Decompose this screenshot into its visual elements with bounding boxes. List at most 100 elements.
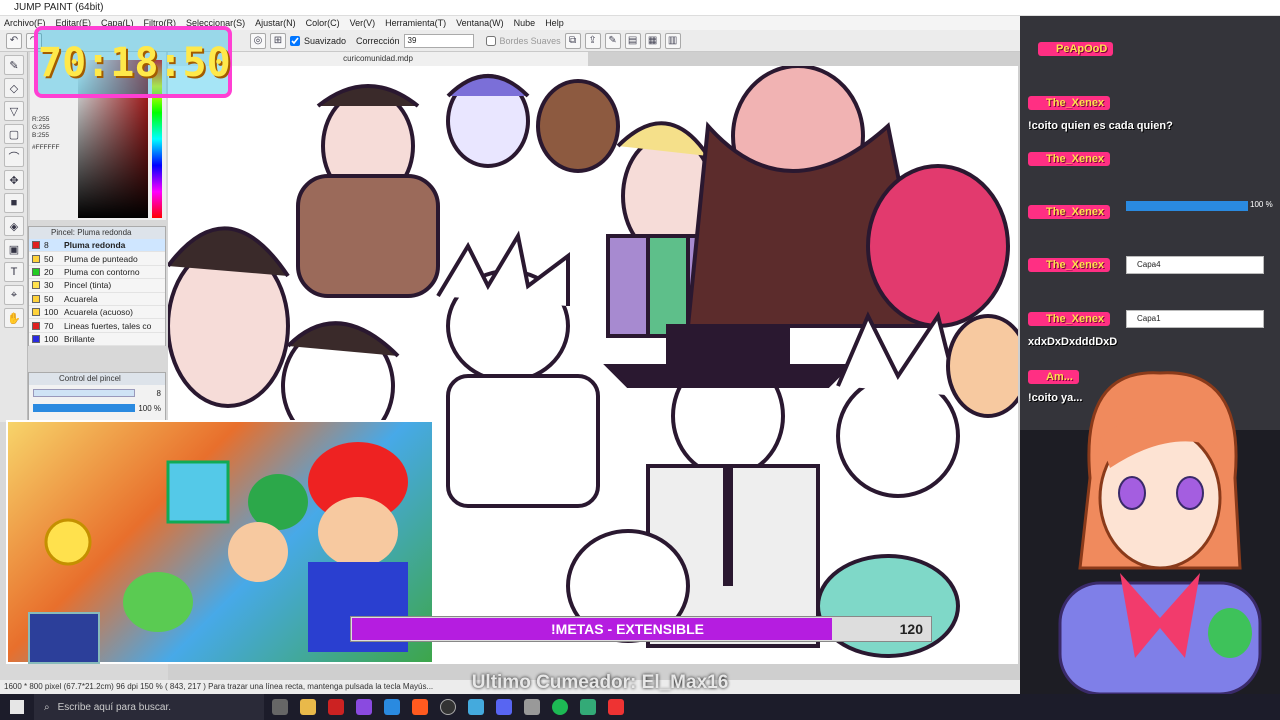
- chat-username: The_Xenex: [1028, 96, 1111, 110]
- menu-nube[interactable]: Nube: [514, 16, 536, 30]
- brush-panel: Pincel: Pluma redonda 8 Pluma redonda 50 P…: [28, 226, 166, 347]
- smooth-label: Suavizado: [304, 35, 347, 46]
- export-icon[interactable]: ⇪: [584, 32, 601, 49]
- brush-color-swatch: [32, 281, 40, 290]
- gradient-tool-icon[interactable]: ▣: [4, 239, 24, 259]
- brush-panel-title: Pincel: Pluma redonda: [29, 227, 165, 239]
- select-tool-icon[interactable]: ▢: [4, 124, 24, 144]
- tool-column: ✎ ◇ ▽ ▢ ⌒ ✥ ■ ◈ ▣ T ⌖ ✋: [0, 52, 28, 422]
- chat-username: The_Xenex: [1028, 152, 1111, 166]
- menu-ajustar[interactable]: Ajustar(N): [255, 16, 296, 30]
- chat-username: PeApOoD: [1038, 42, 1114, 56]
- jump-paint-icon[interactable]: [608, 699, 624, 715]
- brush-opacity-slider[interactable]: [33, 404, 135, 412]
- color-g: G:255: [32, 124, 50, 131]
- text-tool-icon[interactable]: T: [4, 262, 24, 282]
- eraser-tool-icon[interactable]: ◇: [4, 78, 24, 98]
- color-b: B:255: [32, 132, 49, 139]
- brush-item[interactable]: 100 Acuarela (acuoso): [29, 306, 165, 320]
- brush-color-swatch: [32, 321, 40, 330]
- smooth-checkbox[interactable]: [290, 35, 300, 46]
- shape-tool-icon[interactable]: ■: [4, 193, 24, 213]
- medibang-icon[interactable]: [356, 699, 372, 715]
- fill-tool-icon[interactable]: ▽: [4, 101, 24, 121]
- correction-label: Corrección: [356, 35, 400, 46]
- snap-icon[interactable]: ◎: [250, 32, 266, 49]
- avatar-illustration: [1058, 371, 1262, 696]
- layer-row[interactable]: Capa4: [1126, 256, 1264, 274]
- menu-ver[interactable]: Ver(V): [350, 16, 376, 30]
- brush-item[interactable]: 50 Pluma de punteado: [29, 252, 165, 266]
- chat-overlay: PeApOoD The_Xenex !coito quien es cada q…: [1020, 0, 1280, 430]
- page-icon[interactable]: ▦: [644, 32, 661, 49]
- brush-color-swatch: [32, 334, 40, 343]
- brush-item[interactable]: 20 Pluma con contorno: [29, 266, 165, 280]
- brush-size-slider[interactable]: [33, 389, 135, 397]
- brush-control-panel: Control del pincel 8 100 %: [28, 372, 166, 422]
- bucket-tool-icon[interactable]: ◈: [4, 216, 24, 236]
- soft-edges-checkbox[interactable]: [485, 35, 496, 46]
- menu-color[interactable]: Color(C): [306, 16, 340, 30]
- app-icon[interactable]: [328, 699, 344, 715]
- layer-opacity-bar[interactable]: [1126, 201, 1248, 211]
- layer-row[interactable]: Capa1: [1126, 310, 1264, 328]
- transform-icon[interactable]: ⧉: [564, 32, 581, 49]
- search-placeholder: Escribe aquí para buscar.: [57, 701, 172, 713]
- discord-icon[interactable]: [496, 699, 512, 715]
- menu-help[interactable]: Help: [545, 16, 564, 30]
- chat-message: !coito quien es cada quien?: [1028, 120, 1173, 132]
- task-view-icon[interactable]: [272, 699, 288, 715]
- chat-username: The_Xenex: [1028, 312, 1111, 326]
- undo-icon[interactable]: ↶: [6, 32, 22, 49]
- spotify-icon[interactable]: [552, 699, 568, 715]
- brush-item[interactable]: 100 Brillante: [29, 333, 165, 347]
- comment-icon[interactable]: ✎: [604, 32, 621, 49]
- brush-color-swatch: [32, 254, 40, 263]
- character-sprite: [28, 612, 100, 664]
- pen-tool-icon[interactable]: ✎: [4, 55, 24, 75]
- goal-label: !METAS - EXTENSIBLE: [551, 621, 704, 637]
- brush-color-swatch: [32, 308, 40, 317]
- brush-control-title: Control del pincel: [29, 373, 165, 385]
- brave-icon[interactable]: [412, 699, 428, 715]
- color-hex: #FFFFFF: [32, 144, 60, 151]
- brush-item[interactable]: 50 Acuarela: [29, 293, 165, 306]
- media-icon[interactable]: [524, 699, 540, 715]
- correction-input[interactable]: 39: [403, 33, 474, 48]
- menu-ventana[interactable]: Ventana(W): [456, 16, 504, 30]
- brush-item[interactable]: 8 Pluma redonda: [29, 239, 165, 253]
- goal-target: 120: [899, 621, 923, 637]
- last-cumeador-text: Ultimo Cumeador: El_Max16: [471, 672, 729, 693]
- search-icon: ⌕: [44, 701, 50, 713]
- chat-username: The_Xenex: [1028, 258, 1111, 272]
- dropper-tool-icon[interactable]: ⌖: [4, 285, 24, 305]
- grid-icon[interactable]: ▥: [664, 32, 681, 49]
- menu-herramienta[interactable]: Herramienta(T): [385, 16, 446, 30]
- lasso-tool-icon[interactable]: ⌒: [4, 147, 24, 167]
- windows-start-icon[interactable]: [10, 700, 24, 714]
- hand-tool-icon[interactable]: ✋: [4, 308, 24, 328]
- store-icon[interactable]: [384, 699, 400, 715]
- stream-timer: 70:18:50: [34, 26, 232, 98]
- color-r: R:255: [32, 116, 50, 123]
- obs-icon[interactable]: [440, 699, 456, 715]
- explorer-icon[interactable]: [300, 699, 316, 715]
- taskbar-search[interactable]: ⌕ Escribe aquí para buscar.: [34, 694, 264, 720]
- brush-opacity-value: 100 %: [138, 403, 161, 413]
- panel-icon[interactable]: ▤: [624, 32, 641, 49]
- brush-color-swatch: [32, 241, 40, 250]
- brush-color-swatch: [32, 294, 40, 303]
- vtuber-avatar: [1050, 368, 1280, 696]
- layer-opacity-value: 100 %: [1250, 200, 1273, 209]
- chat-message: xdxDxDxdddDxD: [1028, 336, 1118, 348]
- app2-icon[interactable]: [468, 699, 484, 715]
- move-tool-icon[interactable]: ✥: [4, 170, 24, 190]
- soft-edges-label: Bordes Suaves: [499, 35, 561, 46]
- brush-size-value: 8: [156, 388, 161, 398]
- brush-item[interactable]: 30 Pincel (tinta): [29, 279, 165, 293]
- chat-username: The_Xenex: [1028, 205, 1111, 219]
- brush-color-swatch: [32, 267, 40, 276]
- brush-item[interactable]: 70 Lineas fuertes, tales co: [29, 319, 165, 333]
- snap-grid-icon[interactable]: ⊞: [270, 32, 286, 49]
- game-icon[interactable]: [580, 699, 596, 715]
